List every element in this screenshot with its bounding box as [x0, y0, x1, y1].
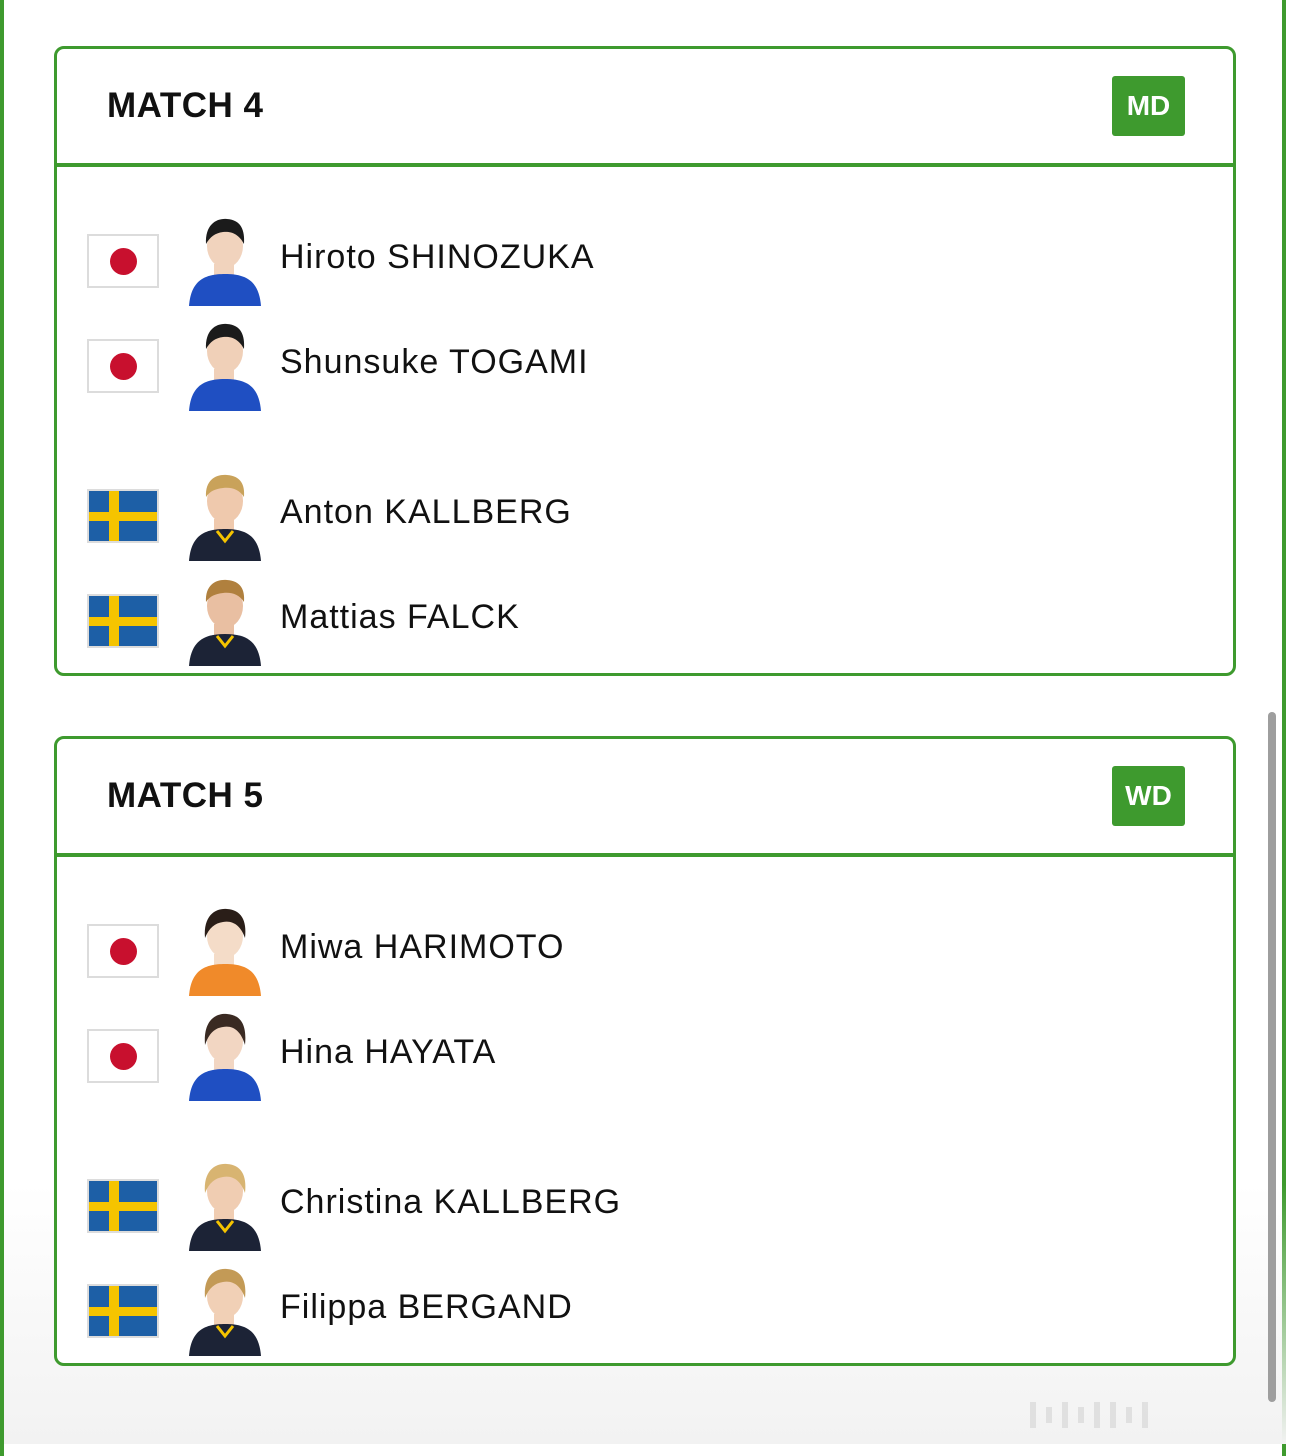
match-card: MATCH 5 WD Miwa HARIMOTO Hina HAYATA Chr… — [54, 736, 1236, 1366]
match-title: MATCH 4 — [107, 86, 264, 125]
player-row[interactable]: Mattias FALCK — [87, 574, 1087, 666]
scrollbar-thumb[interactable] — [1268, 712, 1276, 1402]
match-header: MATCH 4 MD — [57, 49, 1233, 167]
sweden-flag-icon — [87, 1179, 159, 1233]
player-name: Miwa HARIMOTO — [280, 928, 565, 966]
player-name: Christina KALLBERG — [280, 1183, 622, 1221]
player-avatar — [187, 1264, 263, 1356]
event-badge: WD — [1112, 766, 1185, 826]
player-avatar — [187, 1159, 263, 1251]
sweden-flag-icon — [87, 594, 159, 648]
player-row[interactable]: Filippa BERGAND — [87, 1264, 1087, 1356]
player-name: Hiroto SHINOZUKA — [280, 238, 595, 276]
player-avatar — [187, 319, 263, 411]
player-name: Hina HAYATA — [280, 1033, 497, 1071]
japan-flag-icon — [87, 1029, 159, 1083]
player-row[interactable]: Hiroto SHINOZUKA — [87, 214, 1087, 306]
sweden-flag-icon — [87, 1284, 159, 1338]
player-row[interactable]: Hina HAYATA — [87, 1009, 1087, 1101]
player-row[interactable]: Shunsuke TOGAMI — [87, 319, 1087, 411]
player-name: Shunsuke TOGAMI — [280, 343, 589, 381]
player-row[interactable]: Christina KALLBERG — [87, 1159, 1087, 1251]
player-name: Mattias FALCK — [280, 598, 520, 636]
japan-flag-icon — [87, 924, 159, 978]
watermark — [1030, 1398, 1280, 1432]
player-avatar — [187, 214, 263, 306]
player-name: Anton KALLBERG — [280, 493, 572, 531]
event-badge: MD — [1112, 76, 1185, 136]
player-name: Filippa BERGAND — [280, 1288, 573, 1326]
player-avatar — [187, 1009, 263, 1101]
japan-flag-icon — [87, 234, 159, 288]
player-avatar — [187, 469, 263, 561]
player-avatar — [187, 904, 263, 996]
japan-flag-icon — [87, 339, 159, 393]
sweden-flag-icon — [87, 489, 159, 543]
player-row[interactable]: Miwa HARIMOTO — [87, 904, 1087, 996]
match-header: MATCH 5 WD — [57, 739, 1233, 857]
match-card: MATCH 4 MD Hiroto SHINOZUKA Shunsuke TOG… — [54, 46, 1236, 676]
match-title: MATCH 5 — [107, 776, 264, 815]
player-avatar — [187, 574, 263, 666]
player-row[interactable]: Anton KALLBERG — [87, 469, 1087, 561]
